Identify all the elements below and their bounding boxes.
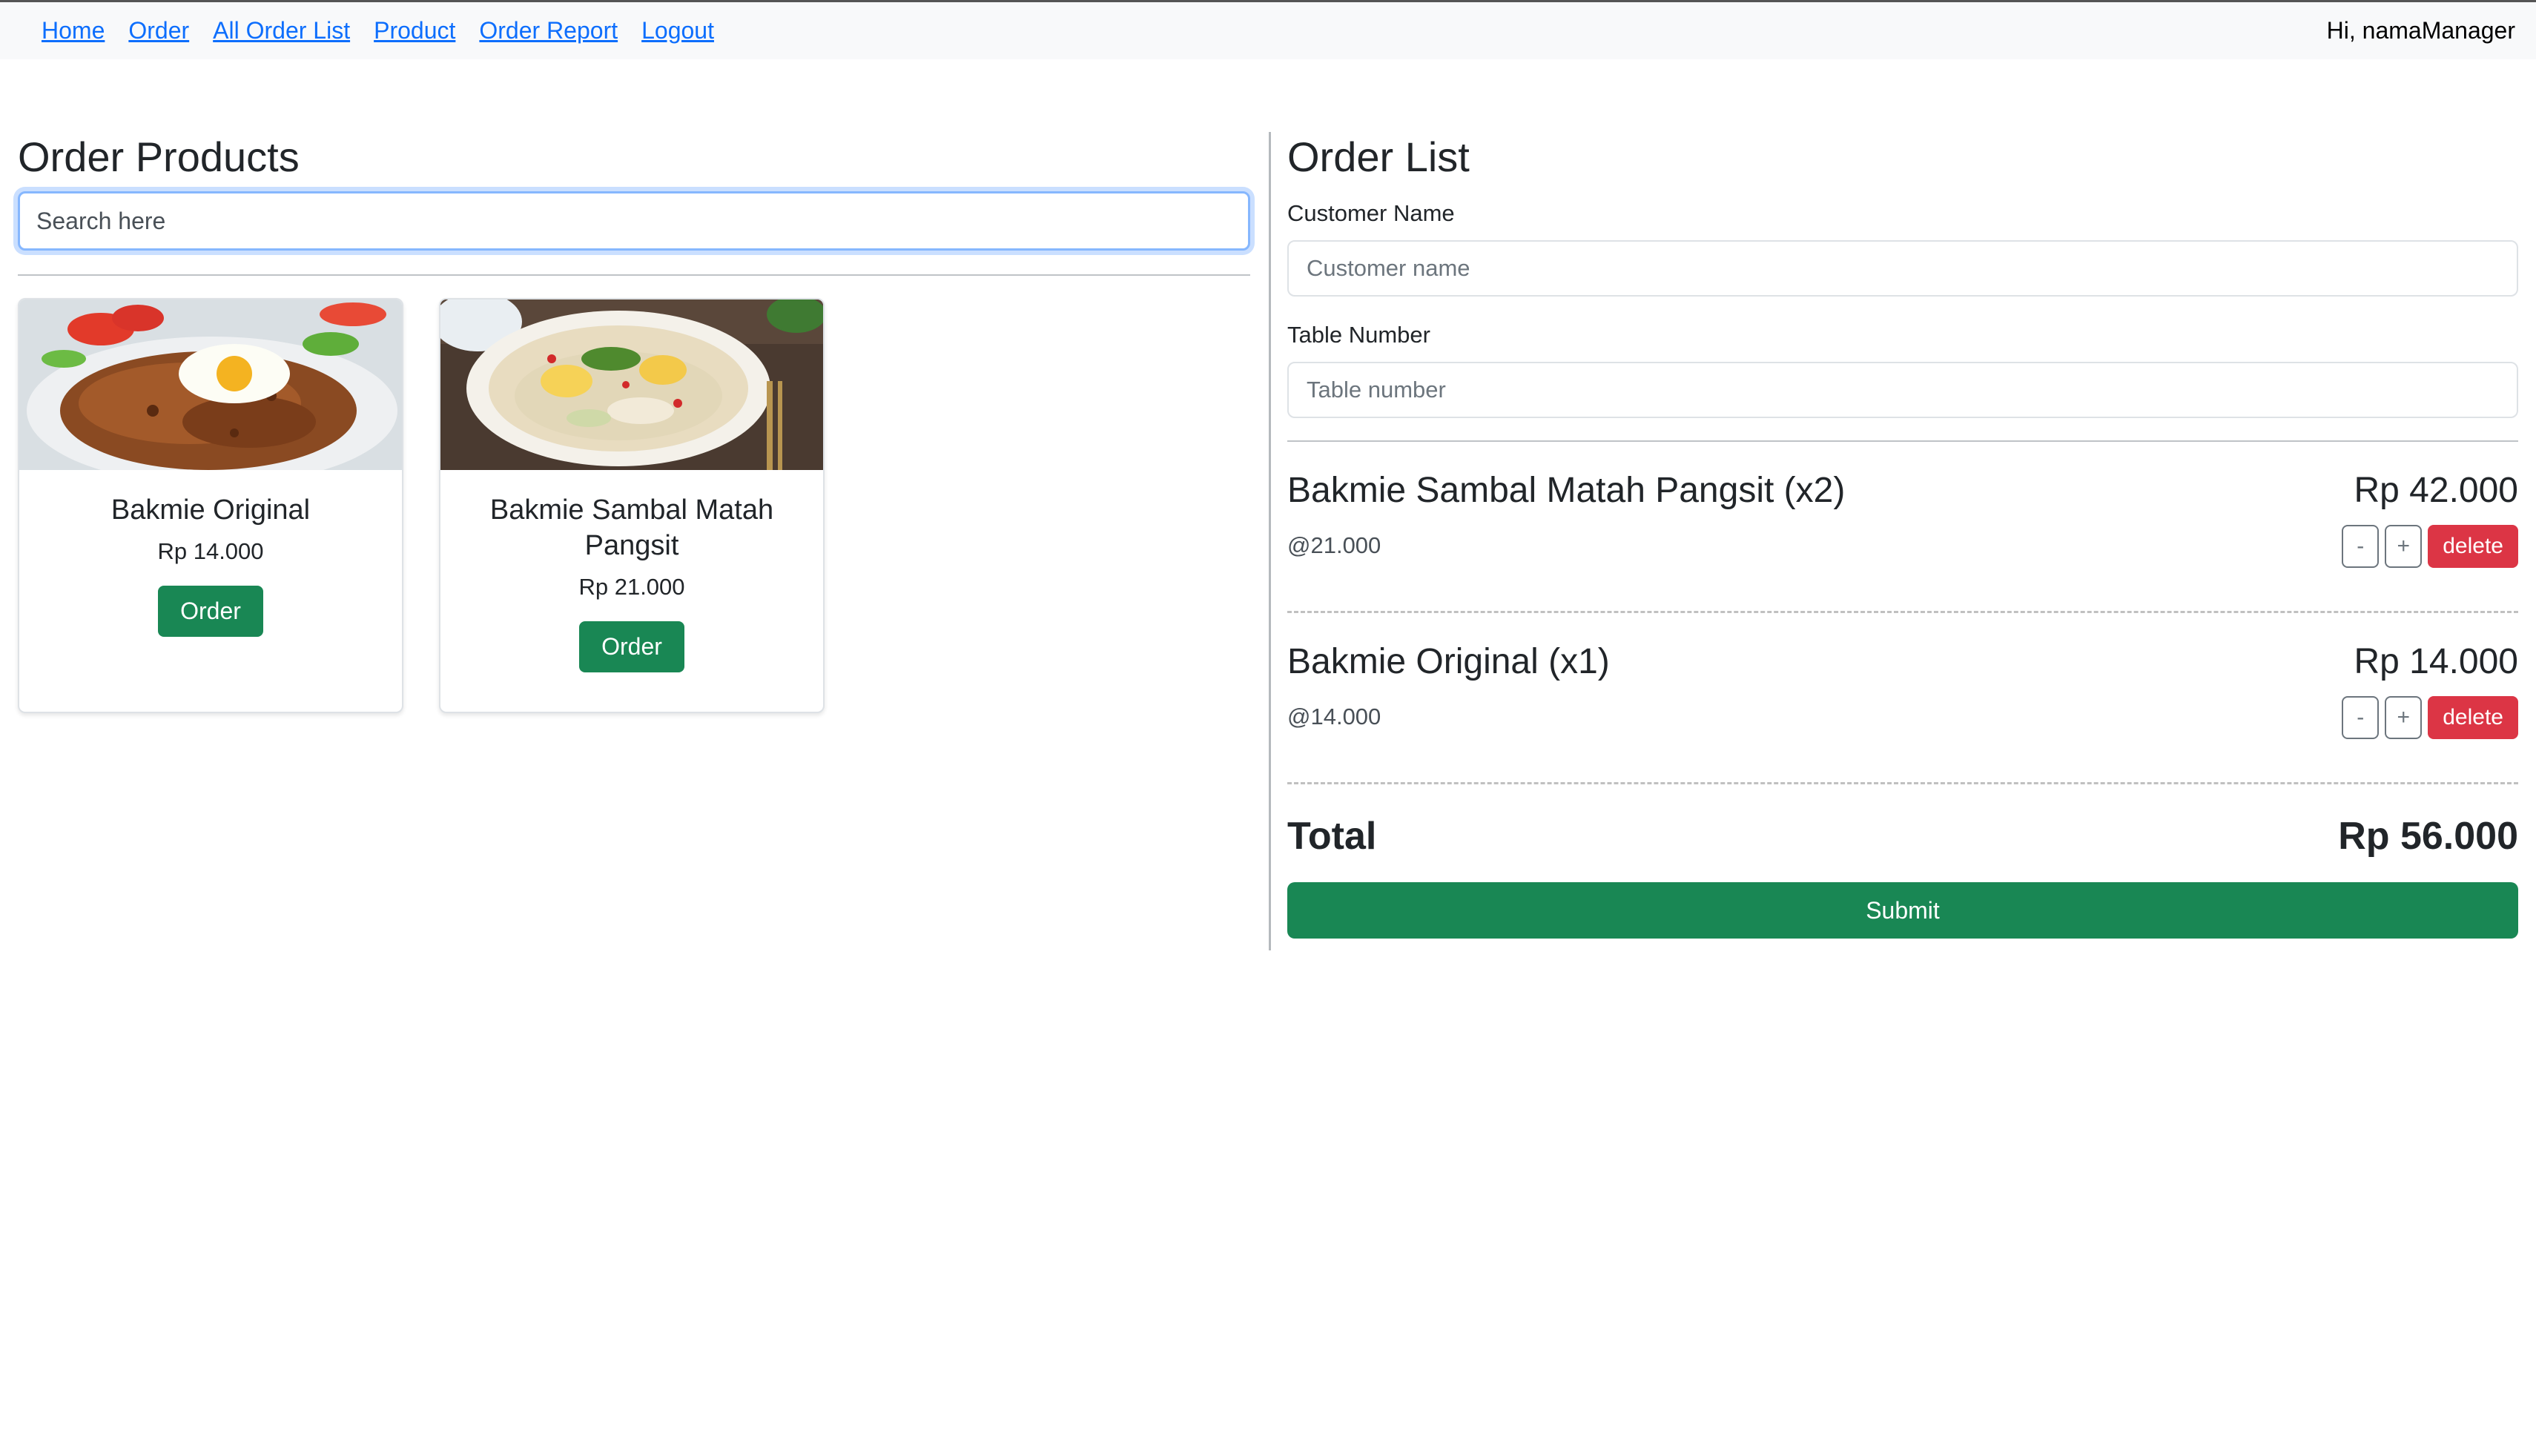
order-item-actions: - + delete: [2342, 696, 2518, 739]
order-item-actions: - + delete: [2342, 525, 2518, 568]
user-greeting: Hi, namaManager: [2326, 17, 2515, 44]
delete-item-button[interactable]: delete: [2428, 696, 2518, 739]
decrease-quantity-button[interactable]: -: [2342, 696, 2380, 739]
increase-quantity-button[interactable]: +: [2385, 696, 2423, 739]
total-label: Total: [1287, 815, 1377, 858]
order-button[interactable]: Order: [579, 621, 684, 672]
nav-link-all-order-list[interactable]: All Order List: [213, 17, 350, 44]
nav-link-home[interactable]: Home: [42, 17, 105, 44]
order-item-total: Rp 14.000: [2354, 642, 2518, 681]
nav-link-order[interactable]: Order: [128, 17, 189, 44]
divider: [18, 274, 1250, 276]
decrease-quantity-button[interactable]: -: [2342, 525, 2380, 568]
order-products-panel: Order Products Bakmie Original: [18, 126, 1250, 713]
product-price: Rp 21.000: [578, 574, 685, 600]
navbar: Home Order All Order List Product Order …: [0, 0, 2536, 59]
total-value: Rp 56.000: [2338, 815, 2518, 858]
nav-link-product[interactable]: Product: [374, 17, 455, 44]
order-item: Bakmie Original (x1) Rp 14.000 @14.000 -…: [1287, 613, 2518, 784]
product-price: Rp 14.000: [157, 538, 264, 564]
nav-links: Home Order All Order List Product Order …: [42, 17, 714, 44]
product-card-bakmie-sambal-matah-pangsit: Bakmie Sambal Matah Pangsit Rp 21.000 Or…: [439, 298, 825, 713]
customer-name-label: Customer Name: [1287, 200, 1455, 226]
fried-noodle-image: [19, 300, 402, 470]
column-divider: [1269, 132, 1271, 950]
order-item-name: Bakmie Original (x1): [1287, 642, 1610, 681]
noodle-soup-image: [440, 300, 823, 470]
product-card-bakmie-original: Bakmie Original Rp 14.000 Order: [18, 298, 403, 713]
order-item-unit-price: @14.000: [1287, 704, 1381, 729]
order-button[interactable]: Order: [158, 586, 263, 637]
order-total-row: Total Rp 56.000: [1287, 784, 2518, 873]
order-item-unit-price: @21.000: [1287, 532, 1381, 558]
submit-button[interactable]: Submit: [1287, 882, 2518, 939]
product-grid: Bakmie Original Rp 14.000 Order Bakmie S…: [18, 298, 1250, 713]
nav-link-logout[interactable]: Logout: [641, 17, 714, 44]
product-name: Bakmie Sambal Matah Pangsit: [489, 494, 774, 561]
increase-quantity-button[interactable]: +: [2385, 525, 2423, 568]
search-input[interactable]: [18, 191, 1250, 251]
product-name: Bakmie Original: [110, 494, 311, 526]
table-number-label: Table Number: [1287, 322, 1430, 348]
order-item-total: Rp 42.000: [2354, 471, 2518, 510]
nav-link-order-report[interactable]: Order Report: [479, 17, 618, 44]
table-number-input[interactable]: [1287, 362, 2518, 418]
customer-name-input[interactable]: [1287, 240, 2518, 297]
order-list-panel: Order List Customer Name Table Number Ba…: [1287, 126, 2518, 939]
order-item: Bakmie Sambal Matah Pangsit (x2) Rp 42.0…: [1287, 442, 2518, 613]
order-item-name: Bakmie Sambal Matah Pangsit (x2): [1287, 471, 1846, 510]
order-products-title: Order Products: [18, 133, 300, 180]
delete-item-button[interactable]: delete: [2428, 525, 2518, 568]
order-list-title: Order List: [1287, 133, 1470, 180]
